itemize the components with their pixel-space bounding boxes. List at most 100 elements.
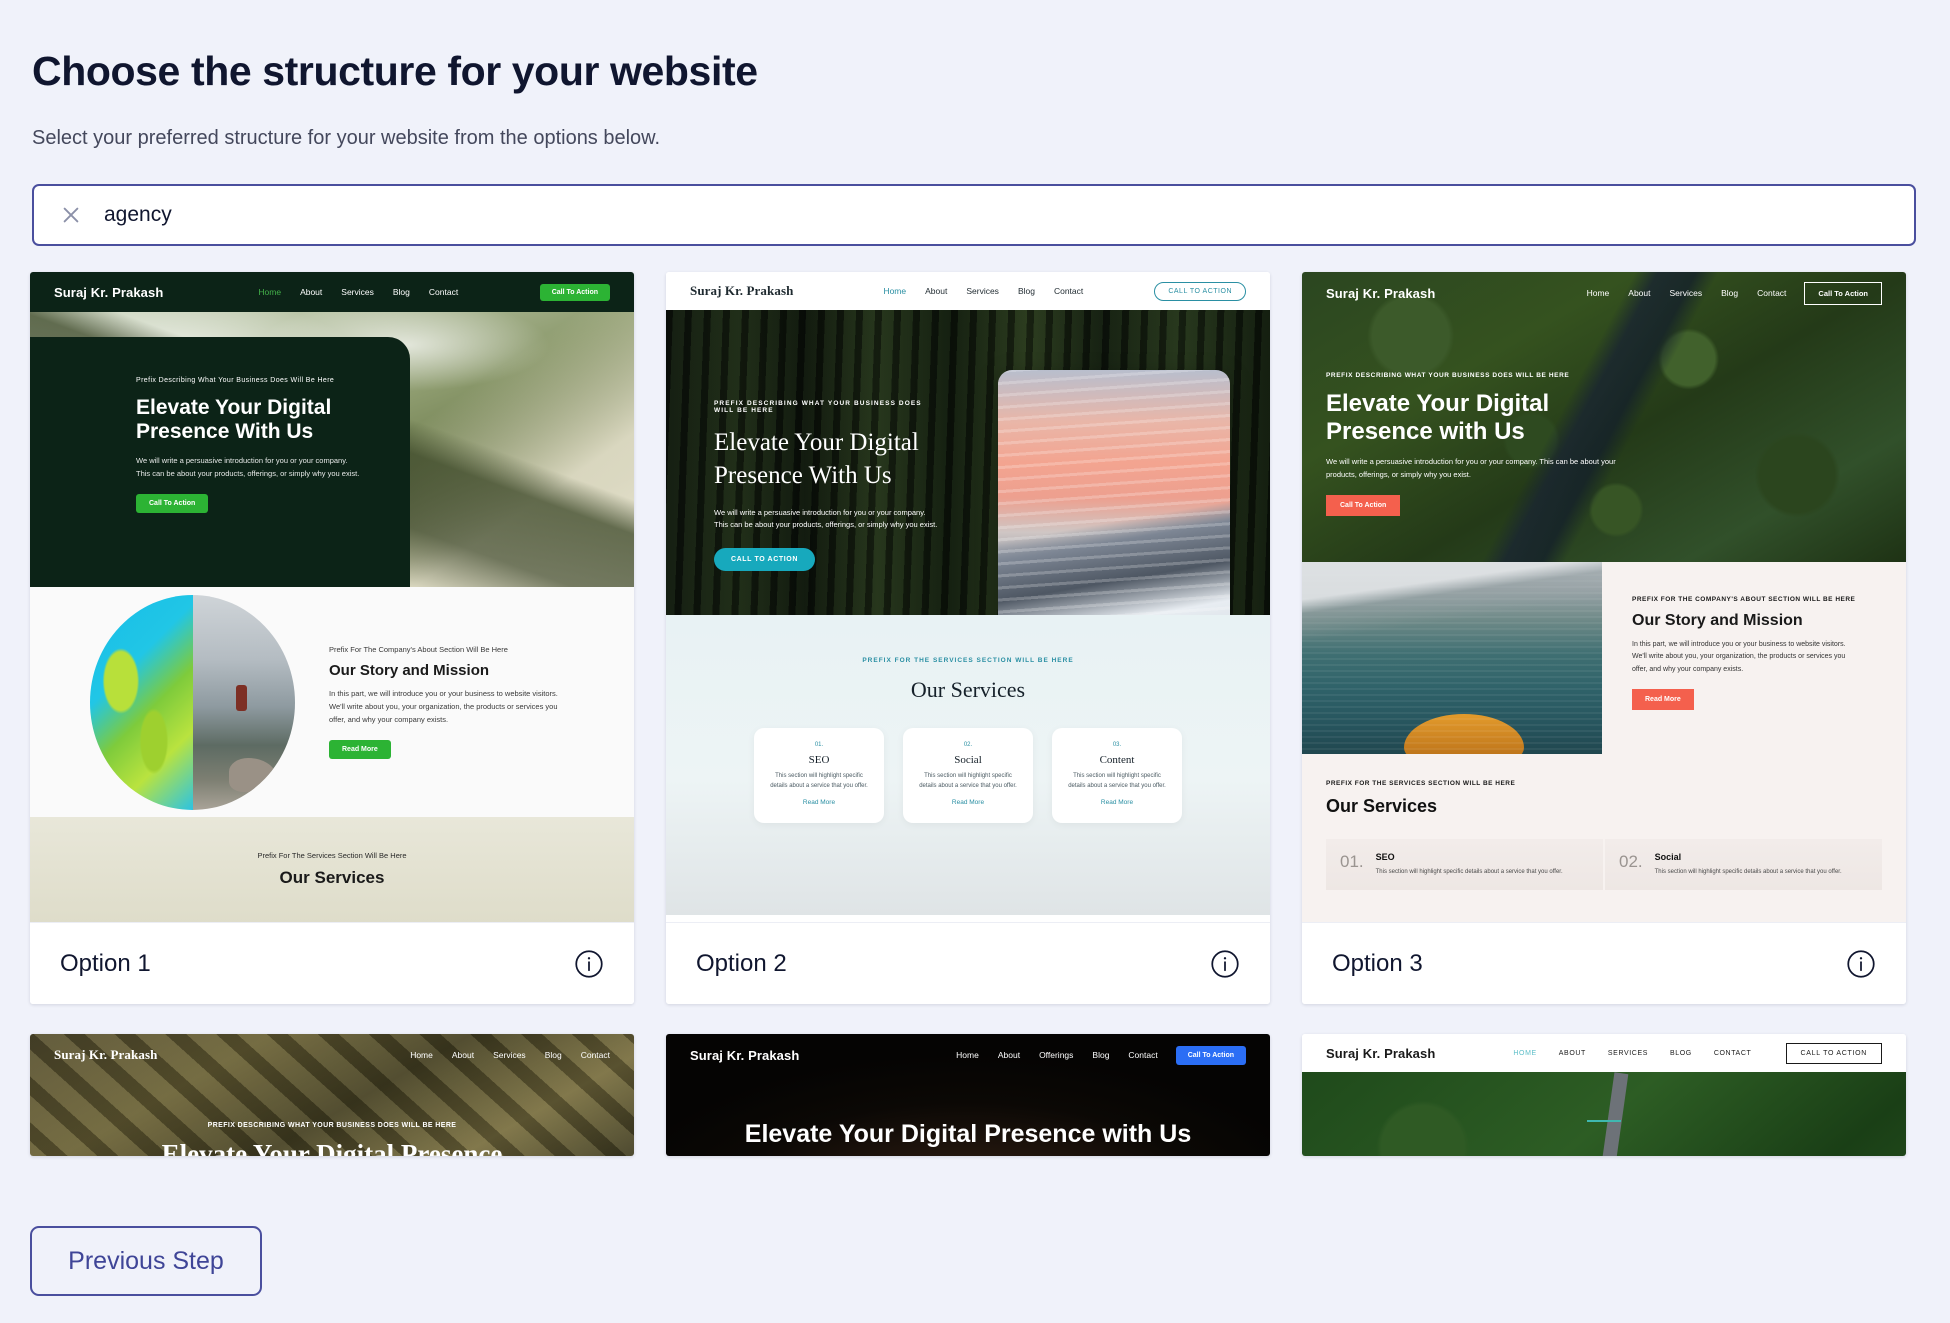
mini3-hero-body: We will write a persuasive introduction … (1326, 457, 1616, 479)
mini2-service-link[interactable]: Read More (768, 799, 870, 806)
info-circle-icon[interactable] (1210, 949, 1240, 979)
mini2-nav-blog[interactable]: Blog (1018, 286, 1035, 296)
mini1-nav-cta[interactable]: Call To Action (539, 283, 610, 301)
mini4-hero-eyebrow: PREFIX DESCRIBING WHAT YOUR BUSINESS DOE… (207, 1122, 457, 1129)
option-4-preview: Suraj Kr. Prakash Home About Services Bl… (30, 1034, 634, 1156)
option-3-footer: Option 3 (1302, 922, 1906, 1004)
option-2-preview: Suraj Kr. Prakash Home About Services Bl… (666, 272, 1270, 922)
option-card-1[interactable]: Suraj Kr. Prakash Home About Services Bl… (30, 272, 634, 1004)
mini3-nav-about[interactable]: About (1628, 288, 1650, 298)
option-card-5[interactable]: Suraj Kr. Prakash Home About Offerings B… (666, 1034, 1270, 1156)
mini6-nav-about[interactable]: ABOUT (1559, 1050, 1586, 1057)
mini2-nav: Suraj Kr. Prakash Home About Services Bl… (666, 272, 1270, 310)
mini5-nav-home[interactable]: Home (956, 1050, 979, 1060)
info-circle-icon[interactable] (574, 949, 604, 979)
mini4-nav-about[interactable]: About (452, 1050, 474, 1060)
mini6-nav-cta[interactable]: CALL TO ACTION (1785, 1042, 1882, 1064)
mini3-hero-title: Elevate Your Digital Presence with Us (1326, 390, 1550, 445)
mini3-nav-home[interactable]: Home (1587, 288, 1610, 298)
mini2-service-card[interactable]: 01. SEO This section will highlight spec… (754, 728, 884, 823)
mini6-nav-home[interactable]: HOME (1513, 1050, 1536, 1057)
mini5-nav-about[interactable]: About (998, 1050, 1020, 1060)
mini1-nav-home[interactable]: Home (258, 287, 281, 297)
mini5-nav-blog[interactable]: Blog (1092, 1050, 1109, 1060)
mini2-service-link[interactable]: Read More (1066, 799, 1168, 806)
option-card-4[interactable]: Suraj Kr. Prakash Home About Services Bl… (30, 1034, 634, 1156)
mini3-nav-services[interactable]: Services (1670, 288, 1703, 298)
mini6-nav-blog[interactable]: BLOG (1670, 1050, 1692, 1057)
mini3-about-title: Our Story and Mission (1632, 612, 1803, 629)
mini1-nav-services[interactable]: Services (341, 287, 374, 297)
mini1-hero-cta[interactable]: Call To Action (136, 494, 209, 514)
mini4-nav-contact[interactable]: Contact (581, 1050, 610, 1060)
mini1-about-cta[interactable]: Read More (329, 739, 391, 759)
mini3-hero-cta[interactable]: Call To Action (1326, 494, 1401, 516)
mini2-nav-services[interactable]: Services (966, 286, 999, 296)
mini4-nav-services[interactable]: Services (493, 1050, 526, 1060)
mini1-about-body: In this part, we will introduce you or y… (329, 689, 558, 724)
mini1-nav-about[interactable]: About (300, 287, 322, 297)
mini3-service-num: 02. (1619, 852, 1643, 871)
mini4-nav-home[interactable]: Home (410, 1050, 433, 1060)
mini3-service-row[interactable]: 02. Social This section will highlight s… (1605, 839, 1882, 891)
structure-chooser-page: Choose the structure for your website Se… (0, 0, 1950, 1323)
mini1-about: Prefix For The Company's About Section W… (30, 587, 634, 817)
mini1-about-eyebrow: Prefix For The Company's About Section W… (329, 645, 508, 655)
mini3-about-eyebrow: PREFIX FOR THE COMPANY'S ABOUT SECTION W… (1632, 596, 1856, 603)
search-input[interactable]: agency (104, 203, 172, 227)
mini4-hero-title: Elevate Your Digital Presence (161, 1139, 503, 1156)
mini2-service-num: 01. (814, 742, 824, 748)
previous-step-label: Previous Step (68, 1246, 224, 1275)
mini5-nav-offerings[interactable]: Offerings (1039, 1050, 1073, 1060)
mini6-brand: Suraj Kr. Prakash (1326, 1045, 1436, 1061)
mini1-services: Prefix For The Services Section Will Be … (30, 817, 634, 922)
mini3-service-row[interactable]: 01. SEO This section will highlight spec… (1326, 839, 1603, 891)
mini2-brand: Suraj Kr. Prakash (690, 283, 794, 298)
mini2-nav-cta[interactable]: CALL TO ACTION (1154, 281, 1246, 301)
mini2-hero-body: We will write a persuasive introduction … (714, 508, 938, 530)
mini3-about-cta[interactable]: Read More (1632, 688, 1694, 710)
mini1-nav: Suraj Kr. Prakash Home About Services Bl… (30, 272, 634, 312)
mini2-nav-contact[interactable]: Contact (1054, 286, 1083, 296)
mini2-service-link[interactable]: Read More (917, 799, 1019, 806)
mini2-service-card[interactable]: 02. Social This section will highlight s… (903, 728, 1033, 823)
mini3-nav-contact[interactable]: Contact (1757, 288, 1786, 298)
page-title: Choose the structure for your website (32, 48, 758, 94)
mini2-hero-title: Elevate Your Digital Presence With Us (714, 429, 919, 489)
mini3-service-body: This section will highlight specific det… (1375, 869, 1563, 875)
previous-step-button[interactable]: Previous Step (30, 1226, 262, 1296)
mini1-services-title: Our Services (279, 868, 385, 887)
mini2-nav-home[interactable]: Home (883, 286, 906, 296)
mini5-nav-contact[interactable]: Contact (1128, 1050, 1157, 1060)
mini2-service-name: SEO (808, 754, 830, 766)
option-card-6[interactable]: Suraj Kr. Prakash HOME ABOUT SERVICES BL… (1302, 1034, 1906, 1156)
mini1-nav-blog[interactable]: Blog (393, 287, 410, 297)
mini4-nav-blog[interactable]: Blog (545, 1050, 562, 1060)
structure-options-grid: Suraj Kr. Prakash Home About Services Bl… (30, 272, 1920, 1004)
mini2-services-title: Our Services (910, 677, 1026, 702)
mini3-nav-blog[interactable]: Blog (1721, 288, 1738, 298)
mini3-about-body: In this part, we will introduce you or y… (1632, 641, 1846, 673)
option-card-3[interactable]: Suraj Kr. Prakash Home About Services Bl… (1302, 272, 1906, 1004)
mini3-service-body: This section will highlight specific det… (1654, 869, 1842, 875)
close-x-icon[interactable] (60, 204, 82, 226)
mini1-nav-contact[interactable]: Contact (429, 287, 458, 297)
mini2-nav-about[interactable]: About (925, 286, 947, 296)
info-circle-icon[interactable] (1846, 949, 1876, 979)
mini2-service-num: 02. (963, 742, 973, 748)
mini1-hero-title: Elevate Your Digital Presence With Us (136, 396, 332, 444)
mini6-nav-contact[interactable]: CONTACT (1714, 1050, 1752, 1057)
option-1-footer: Option 1 (30, 922, 634, 1004)
mini3-nav-cta[interactable]: Call To Action (1804, 281, 1882, 305)
option-3-preview: Suraj Kr. Prakash Home About Services Bl… (1302, 272, 1906, 922)
mini2-service-card[interactable]: 03. Content This section will highlight … (1052, 728, 1182, 823)
mini5-nav-cta[interactable]: Call To Action (1175, 1045, 1246, 1065)
mini1-hero-body: We will write a persuasive introduction … (136, 456, 360, 478)
search-bar[interactable]: agency (32, 184, 1916, 246)
mini2-service-name: Social (954, 754, 982, 766)
mini3-services-eyebrow: PREFIX FOR THE SERVICES SECTION WILL BE … (1326, 780, 1516, 787)
mini2-hero-cta[interactable]: CALL TO ACTION (714, 547, 815, 571)
mini6-nav-services[interactable]: SERVICES (1608, 1050, 1648, 1057)
mini1-brand: Suraj Kr. Prakash (54, 284, 164, 300)
option-card-2[interactable]: Suraj Kr. Prakash Home About Services Bl… (666, 272, 1270, 1004)
